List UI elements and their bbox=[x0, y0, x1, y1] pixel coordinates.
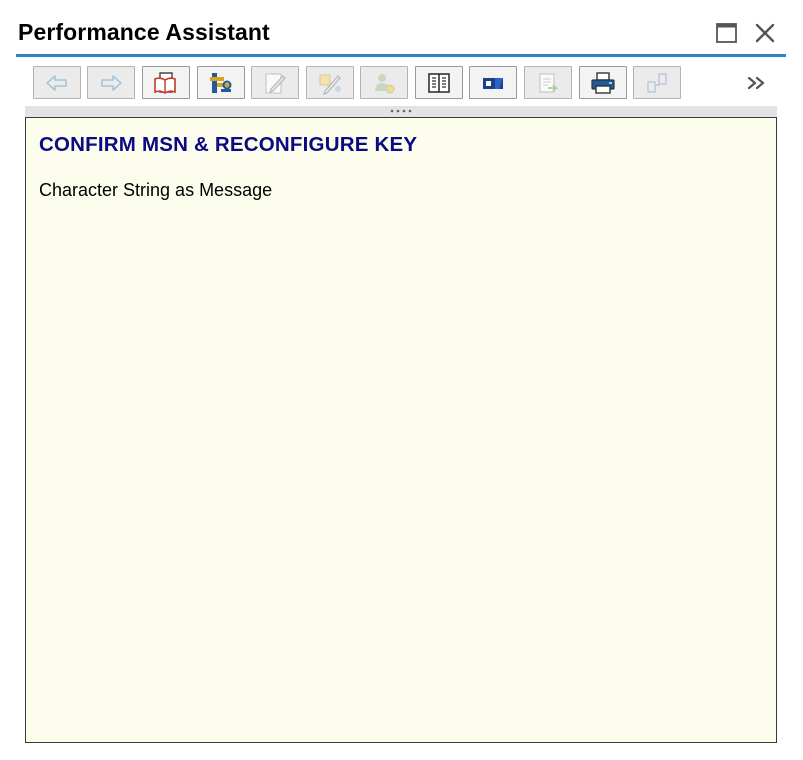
edit-button[interactable] bbox=[251, 66, 299, 99]
print-button[interactable] bbox=[579, 66, 627, 99]
user-gear-icon bbox=[375, 73, 395, 93]
pencil-icon bbox=[265, 72, 286, 94]
double-chevron-right-icon[interactable] bbox=[745, 74, 769, 92]
back-button[interactable] bbox=[33, 66, 81, 99]
tools-icon bbox=[210, 72, 232, 93]
printer-icon bbox=[591, 71, 615, 94]
arrow-left-icon bbox=[46, 74, 67, 91]
technical-info-button[interactable] bbox=[197, 66, 245, 99]
open-book-icon bbox=[154, 71, 176, 94]
maximize-icon[interactable] bbox=[714, 20, 740, 46]
message-text: Character String as Message bbox=[39, 180, 273, 200]
close-icon[interactable] bbox=[752, 20, 778, 46]
hierarchy-icon bbox=[647, 72, 667, 93]
pen-note-icon bbox=[319, 74, 341, 95]
window-title: Performance Assistant bbox=[18, 19, 270, 45]
export-button[interactable] bbox=[524, 66, 572, 99]
title-bar: Performance Assistant bbox=[0, 0, 803, 58]
user-settings-button[interactable] bbox=[360, 66, 408, 99]
book-icon bbox=[428, 72, 450, 93]
document-arrow-icon bbox=[539, 72, 559, 93]
glossary-icon bbox=[483, 77, 503, 89]
title-underline bbox=[16, 54, 786, 57]
structure-button[interactable] bbox=[633, 66, 681, 99]
long-text-button[interactable] bbox=[142, 66, 190, 99]
grip-dots-icon bbox=[390, 109, 412, 113]
glossary-button[interactable] bbox=[469, 66, 517, 99]
annotate-button[interactable] bbox=[306, 66, 354, 99]
arrow-right-icon bbox=[101, 74, 122, 91]
pane-splitter[interactable] bbox=[25, 106, 777, 117]
forward-button[interactable] bbox=[87, 66, 135, 99]
message-heading: CONFIRM MSN & RECONFIGURE KEY bbox=[39, 133, 418, 156]
toolbar bbox=[33, 66, 793, 100]
documentation-button[interactable] bbox=[415, 66, 463, 99]
help-content-pane: CONFIRM MSN & RECONFIGURE KEY Character … bbox=[25, 117, 777, 743]
